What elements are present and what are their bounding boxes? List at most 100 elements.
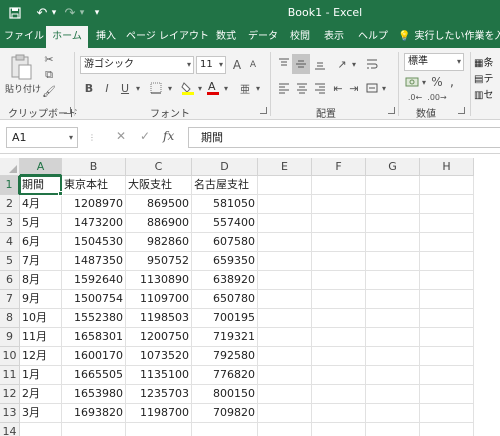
paste-button-label[interactable]: 貼り付け [4, 82, 42, 95]
cell-b4[interactable]: 1504530 [62, 233, 126, 252]
cell-e14[interactable] [258, 423, 312, 436]
cell-f2[interactable] [312, 195, 366, 214]
cell-g3[interactable] [366, 214, 420, 233]
cell-b13[interactable]: 1693820 [62, 404, 126, 423]
cell-e12[interactable] [258, 385, 312, 404]
cell-b6[interactable]: 1592640 [62, 271, 126, 290]
cell-g12[interactable] [366, 385, 420, 404]
cell-h2[interactable] [420, 195, 474, 214]
resize-handle-icon[interactable]: ⋮ [88, 133, 97, 142]
enter-icon[interactable]: ✓ [140, 129, 150, 143]
tab-review[interactable]: 校閲 [286, 26, 314, 48]
copy-icon[interactable]: ⧉ [42, 68, 56, 82]
cell-h13[interactable] [420, 404, 474, 423]
cell-a7[interactable]: 9月 [20, 290, 62, 309]
cell-h8[interactable] [420, 309, 474, 328]
column-header-f[interactable]: F [312, 158, 366, 176]
row-header[interactable]: 4 [0, 233, 20, 252]
cell-h10[interactable] [420, 347, 474, 366]
cell-f8[interactable] [312, 309, 366, 328]
tab-file[interactable]: ファイル [4, 26, 44, 48]
cell-h4[interactable] [420, 233, 474, 252]
name-box[interactable]: A1 ▾ [6, 127, 78, 148]
increase-decimal-icon[interactable]: .0← [406, 90, 424, 104]
align-bottom-icon[interactable] [312, 56, 328, 72]
phonetic-guide-icon[interactable]: 亜 [238, 80, 252, 96]
cell-f5[interactable] [312, 252, 366, 271]
clipboard-launcher-icon[interactable] [64, 107, 71, 114]
cell-h1[interactable] [420, 176, 474, 195]
cell-e4[interactable] [258, 233, 312, 252]
cell-e13[interactable] [258, 404, 312, 423]
cell-g14[interactable] [366, 423, 420, 436]
orientation-dropdown-icon[interactable]: ▾ [350, 56, 358, 72]
conditional-formatting-button[interactable]: ▦条 [474, 54, 500, 69]
cell-f14[interactable] [312, 423, 366, 436]
cell-g4[interactable] [366, 233, 420, 252]
cell-a1[interactable]: 期間 [20, 176, 62, 195]
cell-h3[interactable] [420, 214, 474, 233]
row-header[interactable]: 2 [0, 195, 20, 214]
cell-g13[interactable] [366, 404, 420, 423]
align-right-icon[interactable] [312, 80, 328, 96]
tab-formulas[interactable]: 数式 [212, 26, 240, 48]
cell-e2[interactable] [258, 195, 312, 214]
cell-h7[interactable] [420, 290, 474, 309]
tab-help[interactable]: ヘルプ [356, 26, 390, 48]
currency-dropdown-icon[interactable]: ▾ [420, 74, 428, 90]
row-header[interactable]: 8 [0, 309, 20, 328]
cell-e5[interactable] [258, 252, 312, 271]
alignment-launcher-icon[interactable] [388, 107, 395, 114]
decrease-decimal-icon[interactable]: .00→ [427, 90, 446, 104]
insert-function-button[interactable]: fx [163, 129, 174, 143]
cell-d8[interactable]: 700195 [192, 309, 258, 328]
decrease-indent-icon[interactable]: ⇤ [330, 80, 346, 96]
cell-d9[interactable]: 719321 [192, 328, 258, 347]
cell-c9[interactable]: 1200750 [126, 328, 192, 347]
row-header[interactable]: 6 [0, 271, 20, 290]
row-header[interactable]: 3 [0, 214, 20, 233]
cell-c1[interactable]: 大阪支社 [126, 176, 192, 195]
cell-f12[interactable] [312, 385, 366, 404]
fill-color-icon[interactable] [180, 80, 196, 96]
cell-f4[interactable] [312, 233, 366, 252]
cell-c12[interactable]: 1235703 [126, 385, 192, 404]
cell-d10[interactable]: 792580 [192, 347, 258, 366]
cell-g9[interactable] [366, 328, 420, 347]
cell-d4[interactable]: 607580 [192, 233, 258, 252]
column-header-h[interactable]: H [420, 158, 474, 176]
merge-dropdown-icon[interactable]: ▾ [380, 80, 388, 96]
cell-h12[interactable] [420, 385, 474, 404]
cancel-icon[interactable]: ✕ [116, 129, 126, 143]
column-header-b[interactable]: B [62, 158, 126, 176]
percent-button[interactable]: % [430, 74, 444, 90]
cell-a6[interactable]: 8月 [20, 271, 62, 290]
column-header-d[interactable]: D [192, 158, 258, 176]
cell-h9[interactable] [420, 328, 474, 347]
row-header[interactable]: 5 [0, 252, 20, 271]
format-as-table-button[interactable]: ▤テ [474, 70, 500, 85]
format-painter-icon[interactable]: 🖌 [42, 84, 56, 98]
tab-insert[interactable]: 挿入 [92, 26, 120, 48]
cell-c2[interactable]: 869500 [126, 195, 192, 214]
font-family-select[interactable]: 游ゴシック ▾ [80, 56, 194, 74]
cell-c8[interactable]: 1198503 [126, 309, 192, 328]
cell-e10[interactable] [258, 347, 312, 366]
row-header[interactable]: 1 [0, 176, 20, 195]
cell-f13[interactable] [312, 404, 366, 423]
cell-h5[interactable] [420, 252, 474, 271]
column-header-g[interactable]: G [366, 158, 420, 176]
cell-a11[interactable]: 1月 [20, 366, 62, 385]
cell-b5[interactable]: 1487350 [62, 252, 126, 271]
align-center-icon[interactable] [294, 80, 310, 96]
borders-icon[interactable] [148, 80, 164, 96]
tell-me-box[interactable]: 💡 実行したい作業を入 [398, 26, 500, 48]
cell-b1[interactable]: 東京本社 [62, 176, 126, 195]
cell-d3[interactable]: 557400 [192, 214, 258, 233]
italic-button[interactable]: I [100, 80, 114, 96]
formula-input[interactable]: 期間 [188, 127, 500, 148]
cell-e1[interactable] [258, 176, 312, 195]
cell-b12[interactable]: 1653980 [62, 385, 126, 404]
cell-b11[interactable]: 1665505 [62, 366, 126, 385]
wrap-text-icon[interactable] [364, 56, 380, 72]
